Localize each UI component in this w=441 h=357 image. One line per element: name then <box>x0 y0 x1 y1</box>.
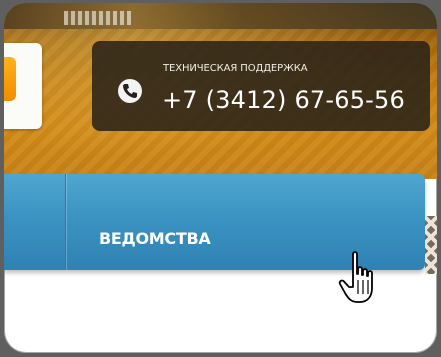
support-panel: ТЕХНИЧЕСКАЯ ПОДДЕРЖКА +7 (3412) 67-65-56 <box>92 41 430 131</box>
support-phone-number[interactable]: +7 (3412) 67-65-56 <box>162 86 405 114</box>
page-frame: ТЕХНИЧЕСКАЯ ПОДДЕРЖКА +7 (3412) 67-65-56… <box>4 3 437 353</box>
header-banner: ТЕХНИЧЕСКАЯ ПОДДЕРЖКА +7 (3412) 67-65-56 <box>4 3 437 179</box>
support-label: ТЕХНИЧЕСКАЯ ПОДДЕРЖКА <box>163 63 308 74</box>
ornament-border <box>425 216 437 274</box>
phone-icon <box>118 79 142 103</box>
hand-cursor-icon <box>338 250 384 308</box>
nav-item-label: ВЕДОМСТВА <box>99 229 211 248</box>
logo-mark <box>4 57 16 101</box>
site-logo[interactable] <box>4 43 42 129</box>
header-buildings-image <box>64 11 134 25</box>
